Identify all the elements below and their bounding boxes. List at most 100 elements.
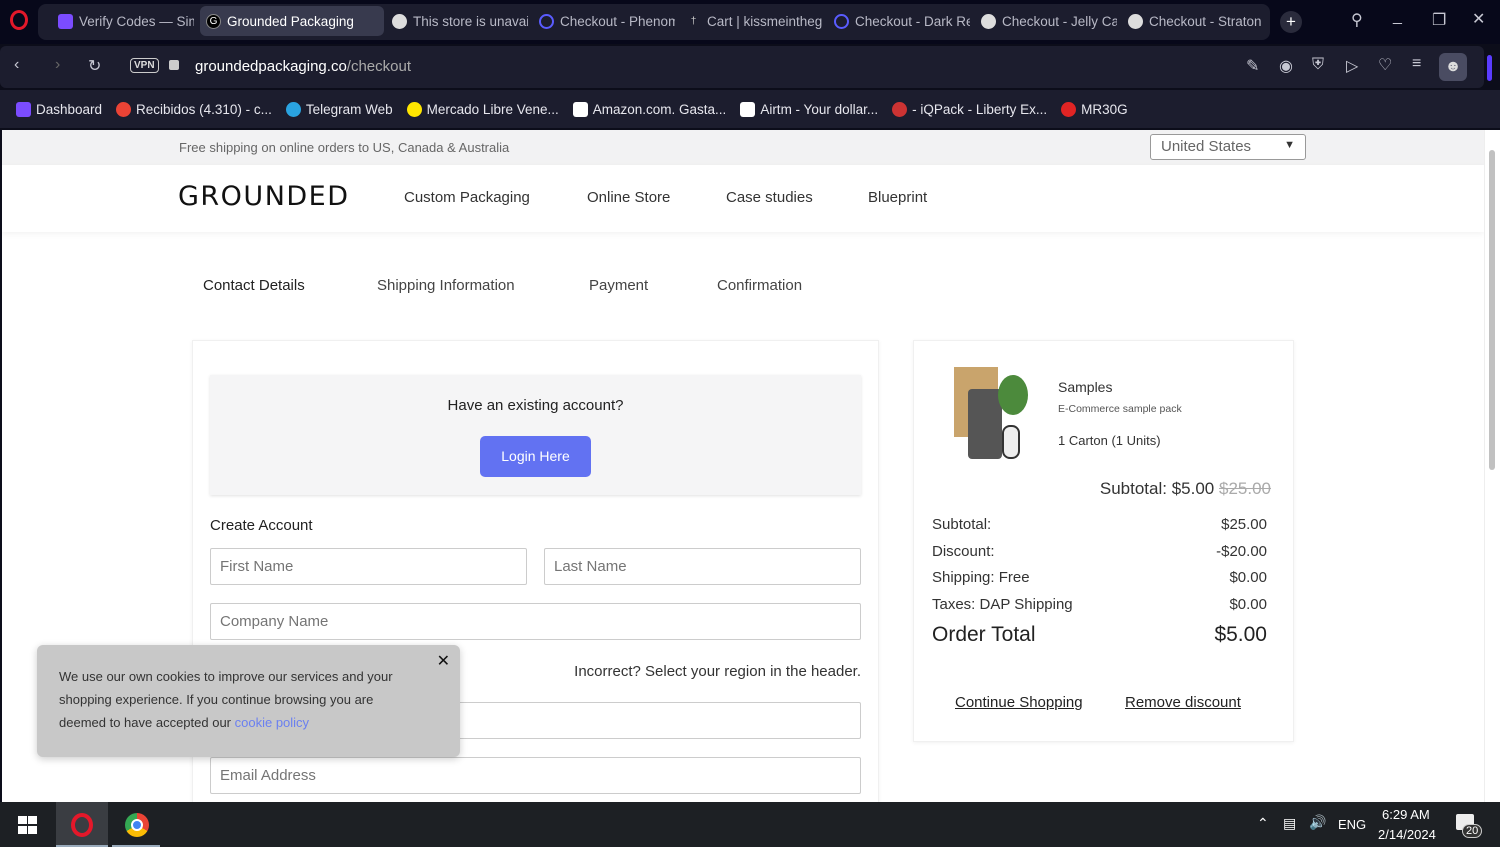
shield-icon[interactable]: ⛨ (1312, 56, 1324, 74)
row-value: -$20.00 (1216, 543, 1267, 560)
web-page: Free shipping on online orders to US, Ca… (2, 130, 1484, 802)
opera-taskbar-button[interactable] (56, 802, 108, 847)
nav-online-store[interactable]: Online Store (587, 189, 670, 206)
tab[interactable]: Checkout - Straton (1122, 6, 1264, 36)
bookmark-item[interactable]: Mercado Libre Vene... (406, 101, 559, 117)
bookmark-item[interactable]: Amazon.com. Gasta... (572, 101, 727, 117)
search-icon[interactable]: ⚲ (1351, 10, 1363, 30)
bookmark-label: Airtm - Your dollar... (760, 101, 879, 117)
forward-icon[interactable]: › (55, 56, 60, 74)
bookmark-item[interactable]: Telegram Web (285, 101, 393, 117)
notification-count: 20 (1462, 824, 1483, 838)
chrome-taskbar-button[interactable] (112, 802, 160, 847)
lock-icon (169, 60, 179, 70)
tab-label: Verify Codes — Sim (79, 13, 194, 29)
bookmarks-bar: Dashboard Recibidos (4.310) - c... Telegra… (0, 90, 1500, 128)
send-icon[interactable]: ▷ (1346, 56, 1358, 76)
volume-icon[interactable]: 🔊 (1309, 814, 1326, 831)
region-note: Incorrect? Select your region in the hea… (574, 663, 861, 680)
scrollbar[interactable] (1484, 130, 1500, 802)
bookmark-label: Recibidos (4.310) - c... (136, 101, 272, 117)
tab[interactable]: † Cart | kissmeintheg (680, 6, 822, 36)
continue-shopping-link[interactable]: Continue Shopping (955, 694, 1083, 711)
nav-blueprint[interactable]: Blueprint (868, 189, 927, 206)
order-total-value: $5.00 (1214, 623, 1267, 646)
step-payment[interactable]: Payment (589, 277, 648, 294)
tab[interactable]: Checkout - Phenom (533, 6, 675, 36)
bookmark-label: Amazon.com. Gasta... (592, 101, 727, 117)
cookie-text: We use our own cookies to improve our se… (59, 665, 419, 734)
minimize-icon[interactable]: _ (1393, 8, 1402, 26)
tab[interactable]: Checkout - Jelly Ca (975, 6, 1117, 36)
close-icon[interactable]: ✕ (1472, 9, 1485, 29)
gmail-icon (116, 101, 132, 117)
country-value: United States (1161, 138, 1252, 155)
network-icon[interactable]: ▤ (1283, 815, 1296, 832)
bookmark-item[interactable]: Airtm - Your dollar... (740, 101, 879, 117)
heart-icon[interactable]: ♡ (1378, 55, 1392, 75)
cookie-message: We use our own cookies to improve our se… (59, 669, 393, 730)
logo[interactable]: GROUNDED (178, 181, 350, 212)
step-contact-details[interactable]: Contact Details (203, 277, 305, 294)
vpn-badge[interactable]: VPN (130, 58, 159, 73)
bookmark-item[interactable]: Dashboard (16, 101, 102, 117)
restore-icon[interactable]: ❐ (1432, 10, 1446, 30)
tray-chevron-icon[interactable]: ⌃ (1257, 815, 1269, 832)
mercadolibre-icon (406, 101, 422, 117)
camera-icon[interactable]: ◉ (1279, 56, 1293, 76)
country-select[interactable]: United States ▼ (1150, 134, 1306, 160)
nav-case-studies[interactable]: Case studies (726, 189, 813, 206)
product-image (948, 367, 1032, 463)
shipping-notice: Free shipping on online orders to US, Ca… (179, 140, 510, 155)
first-name-input[interactable] (210, 548, 527, 585)
nav-custom-packaging[interactable]: Custom Packaging (404, 189, 530, 206)
edit-icon[interactable]: ✎ (1246, 56, 1259, 76)
opera-icon (71, 813, 93, 837)
step-shipping-information[interactable]: Shipping Information (377, 277, 515, 294)
bookmark-item[interactable]: Recibidos (4.310) - c... (116, 101, 272, 117)
language-indicator[interactable]: ENG (1338, 817, 1366, 832)
scrollbar-thumb[interactable] (1489, 150, 1495, 470)
cart-icon: † (690, 15, 697, 27)
tab[interactable]: This store is unavail (386, 6, 528, 36)
step-confirmation[interactable]: Confirmation (717, 277, 802, 294)
tab[interactable]: Verify Codes — Sim (52, 6, 194, 36)
windows-start-icon[interactable] (18, 816, 37, 834)
last-name-input[interactable] (544, 548, 861, 585)
url-field[interactable]: groundedpackaging.co/checkout (195, 58, 411, 75)
clock-date[interactable]: 2/14/2024 (1378, 827, 1436, 842)
cookie-policy-link[interactable]: cookie policy (235, 715, 309, 730)
settings-icon[interactable]: ≡ (1412, 55, 1421, 73)
url-path: /checkout (346, 58, 412, 75)
new-tab-button[interactable]: + (1280, 11, 1302, 33)
tab-label: Grounded Packaging (227, 13, 354, 29)
m-icon (1061, 101, 1077, 117)
company-name-input[interactable] (210, 603, 861, 640)
bookmark-item[interactable]: - iQPack - Liberty Ex... (892, 101, 1048, 117)
opera-logo-icon[interactable] (10, 10, 28, 30)
tab[interactable]: Checkout - Dark Re (828, 6, 970, 36)
iqpack-icon (892, 101, 908, 117)
product-subtitle: E-Commerce sample pack (1058, 403, 1182, 415)
item-subtotal: Subtotal: $5.00 $25.00 (1100, 479, 1271, 499)
login-button[interactable]: Login Here (480, 436, 591, 477)
clock-time[interactable]: 6:29 AM (1382, 807, 1430, 822)
row-value: $0.00 (1229, 596, 1267, 613)
g-icon: G (206, 13, 221, 29)
reload-icon[interactable]: ↻ (88, 56, 101, 76)
email-input[interactable] (210, 757, 861, 794)
profile-icon[interactable]: ☻ (1439, 53, 1467, 81)
tab-active[interactable]: G Grounded Packaging (200, 6, 384, 36)
bookmark-label: - iQPack - Liberty Ex... (912, 101, 1048, 117)
tab-label: Cart | kissmeintheg (707, 13, 822, 29)
remove-discount-link[interactable]: Remove discount (1125, 694, 1241, 711)
globe-icon (392, 13, 407, 29)
back-icon[interactable]: ‹ (14, 56, 19, 74)
bookmark-item[interactable]: MR30G (1061, 101, 1128, 117)
product-name: Samples (1058, 379, 1113, 395)
globe-icon (981, 13, 996, 29)
close-icon[interactable]: ✕ (437, 651, 450, 671)
order-total: Order Total $5.00 (932, 623, 1267, 647)
item-subtotal-new: $5.00 (1171, 479, 1215, 498)
cookie-banner: ✕ We use our own cookies to improve our … (37, 645, 460, 757)
